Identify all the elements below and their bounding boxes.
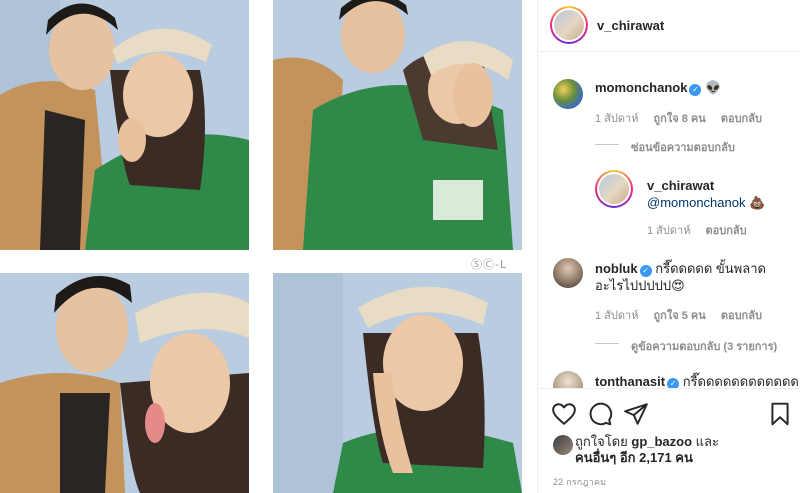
author-username[interactable]: v_chirawat bbox=[597, 18, 664, 33]
comment-avatar-tonthanasit[interactable] bbox=[553, 371, 583, 388]
comment-avatar-momonchanok[interactable] bbox=[553, 79, 583, 109]
author-avatar[interactable] bbox=[550, 6, 588, 44]
post-photo-4 bbox=[273, 273, 522, 493]
post-header: v_chirawat bbox=[539, 0, 800, 52]
comment-time[interactable]: 1 สัปดาห์ bbox=[595, 113, 638, 125]
liker-avatar[interactable] bbox=[553, 435, 573, 455]
reply-button[interactable]: ตอบกลับ bbox=[721, 113, 762, 125]
comment-1: momonchanok ✓ 👽 bbox=[595, 79, 790, 96]
thread-divider bbox=[595, 144, 619, 145]
comment-username[interactable]: nobluk bbox=[595, 261, 638, 276]
post-date[interactable]: 22 กรกฎาคม bbox=[553, 475, 606, 489]
post-photo-1 bbox=[0, 0, 249, 250]
comment-likes[interactable]: ถูกใจ 8 คน bbox=[654, 113, 706, 125]
comment-icon[interactable] bbox=[587, 401, 613, 427]
reply-avatar-v_chirawat[interactable] bbox=[595, 170, 633, 208]
view-replies-button[interactable]: ดูข้อความตอบกลับ (3 รายการ) bbox=[631, 337, 777, 355]
reply-mention[interactable]: @momonchanok bbox=[647, 195, 745, 210]
comment-username[interactable]: tonthanasit bbox=[595, 374, 665, 388]
reply-button[interactable]: ตอบกลับ bbox=[706, 225, 747, 237]
verified-badge-icon: ✓ bbox=[639, 265, 652, 277]
reply-1-meta: 1 สัปดาห์ ตอบกลับ bbox=[647, 221, 759, 239]
reply-text: 💩 bbox=[749, 195, 766, 210]
comment-avatar-nobluk[interactable] bbox=[553, 258, 583, 288]
reply-time[interactable]: 1 สัปดาห์ bbox=[647, 225, 690, 237]
bookmark-icon[interactable] bbox=[767, 401, 793, 427]
post-actions: ถูกใจโดย gp_bazoo และ คนอื่นๆ อีก 2,171 … bbox=[539, 388, 800, 493]
comment-2: nobluk ✓ กรี๊ดดดดด ขั้นพลาดอะไรไปปปปป😍 bbox=[595, 260, 793, 294]
reply-1: v_chirawat @momonchanok 💩 bbox=[647, 177, 797, 211]
share-icon[interactable] bbox=[623, 401, 649, 427]
comment-username[interactable]: momonchanok bbox=[595, 80, 687, 95]
comments-sidebar: v_chirawat momonchanok ✓ 👽 1 สัปดาห์ ถูกใ… bbox=[539, 0, 800, 493]
liker-username[interactable]: gp_bazoo bbox=[631, 434, 692, 449]
thread-divider bbox=[595, 343, 619, 344]
comment-list: momonchanok ✓ 👽 1 สัปดาห์ ถูกใจ 8 คน ตอบก… bbox=[539, 53, 800, 388]
comment-text: 👽 bbox=[705, 80, 722, 95]
comment-likes[interactable]: ถูกใจ 5 คน bbox=[654, 310, 706, 322]
post-photo-3 bbox=[0, 273, 249, 493]
likes-conj: และ bbox=[695, 434, 719, 449]
comment-1-meta: 1 สัปดาห์ ถูกใจ 8 คน ตอบกลับ bbox=[595, 109, 774, 127]
post-photo-2 bbox=[273, 0, 522, 250]
comment-3: tonthanasit ✓ กรี๊ดดดดดดดดดดดด bbox=[595, 373, 800, 388]
reply-username[interactable]: v_chirawat bbox=[647, 178, 714, 193]
photo-watermark: ⓈⒸ-L bbox=[471, 258, 508, 271]
heart-icon[interactable] bbox=[551, 401, 577, 427]
likes-others[interactable]: คนอื่นๆ อีก 2,171 คน bbox=[575, 450, 693, 465]
comment-2-meta: 1 สัปดาห์ ถูกใจ 5 คน ตอบกลับ bbox=[595, 306, 774, 324]
reply-button[interactable]: ตอบกลับ bbox=[721, 310, 762, 322]
verified-badge-icon: ✓ bbox=[689, 84, 702, 96]
comment-text: กรี๊ดดดดดดดดดดดด bbox=[682, 374, 799, 388]
likes-summary: ถูกใจโดย gp_bazoo และ คนอื่นๆ อีก 2,171 … bbox=[575, 434, 790, 466]
verified-badge-icon: ✓ bbox=[667, 378, 680, 388]
comment-time[interactable]: 1 สัปดาห์ bbox=[595, 310, 638, 322]
hide-replies-button[interactable]: ซ่อนข้อความตอบกลับ bbox=[631, 138, 735, 156]
photo-panel: ⓈⒸ-L bbox=[0, 0, 538, 493]
likes-prefix: ถูกใจโดย bbox=[575, 434, 628, 449]
